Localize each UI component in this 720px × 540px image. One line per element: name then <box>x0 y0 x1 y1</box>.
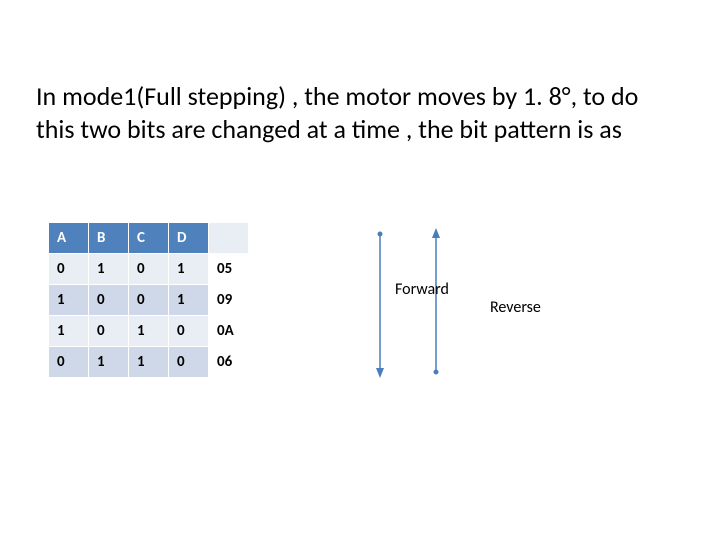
cell: 1 <box>129 316 169 347</box>
col-hex-header <box>209 223 249 254</box>
cell: 0 <box>49 254 89 285</box>
bit-pattern-table: A B C D 0 1 0 1 05 1 0 0 1 09 <box>48 222 249 378</box>
cell: 1 <box>169 285 209 316</box>
reverse-label: Reverse <box>490 298 541 317</box>
table-row: 1 0 0 1 09 <box>49 285 249 316</box>
cell: 1 <box>89 347 129 378</box>
cell: 0 <box>89 285 129 316</box>
cell: 1 <box>89 254 129 285</box>
cell: 0 <box>89 316 129 347</box>
forward-arrow-icon <box>374 228 386 378</box>
col-d-header: D <box>169 223 209 254</box>
cell-hex: 05 <box>209 254 249 285</box>
cell: 1 <box>49 285 89 316</box>
cell: 0 <box>49 347 89 378</box>
cell-hex: 06 <box>209 347 249 378</box>
cell-hex: 0A <box>209 316 249 347</box>
cell: 1 <box>169 254 209 285</box>
table-row: 0 1 0 1 05 <box>49 254 249 285</box>
cell-hex: 09 <box>209 285 249 316</box>
body-paragraph: In mode1(Full stepping) , the motor move… <box>36 80 678 145</box>
col-c-header: C <box>129 223 169 254</box>
cell: 1 <box>49 316 89 347</box>
col-a-header: A <box>49 223 89 254</box>
cell: 0 <box>169 316 209 347</box>
reverse-arrow-icon <box>430 228 442 378</box>
col-b-header: B <box>89 223 129 254</box>
cell: 1 <box>129 347 169 378</box>
cell: 0 <box>129 254 169 285</box>
forward-label: Forward <box>395 280 449 299</box>
table-row: 1 0 1 0 0A <box>49 316 249 347</box>
cell: 0 <box>129 285 169 316</box>
table-row: 0 1 1 0 06 <box>49 347 249 378</box>
bit-pattern-table-container: A B C D 0 1 0 1 05 1 0 0 1 09 <box>48 222 249 378</box>
cell: 0 <box>169 347 209 378</box>
